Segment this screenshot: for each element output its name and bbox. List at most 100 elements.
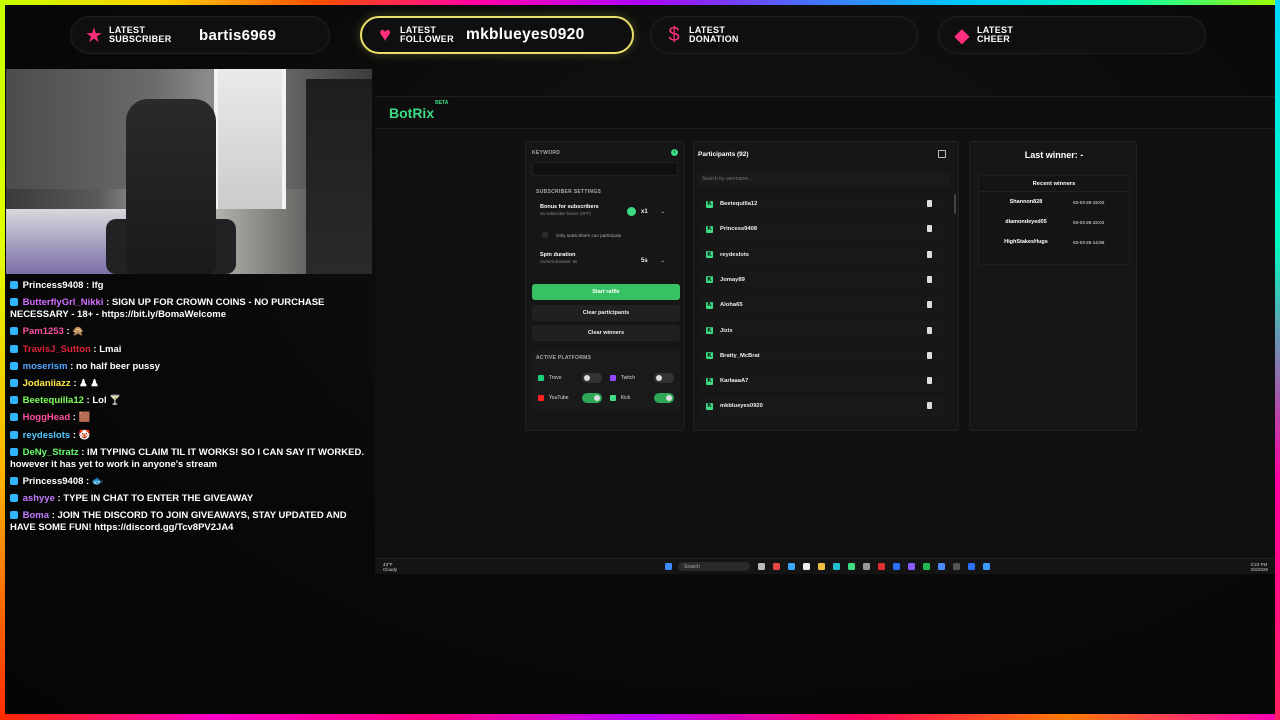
- chat-username[interactable]: ButterflyGrl_Nikki: [23, 297, 104, 308]
- clear-participants-button[interactable]: Clear participants: [532, 305, 680, 321]
- taskview-icon[interactable]: [758, 563, 765, 570]
- participant-item: Kreydeslots: [700, 244, 944, 265]
- chat-username[interactable]: Princess9408: [23, 476, 84, 487]
- youtube-icon: [538, 395, 544, 401]
- scrollbar[interactable]: [954, 194, 956, 214]
- trash-icon[interactable]: [927, 200, 932, 207]
- app-icon[interactable]: [983, 563, 990, 570]
- participant-name: mkblueyes0920: [720, 403, 763, 410]
- chat-badge-icon: [10, 361, 18, 370]
- chat-username[interactable]: Jodaniiazz: [23, 378, 71, 389]
- participant-name: Jizix: [720, 327, 733, 334]
- app-icon[interactable]: [803, 563, 810, 570]
- chat-username[interactable]: Boma: [23, 510, 49, 521]
- chat-username[interactable]: TravisJ_Sutton: [23, 344, 91, 355]
- app-icon[interactable]: [893, 563, 900, 570]
- app-icon[interactable]: [908, 563, 915, 570]
- trash-icon[interactable]: [927, 301, 932, 309]
- bonus-info-icon[interactable]: [627, 207, 636, 216]
- participant-list[interactable]: K Beetequilla12 K Princess9408 Kreydeslots K J…: [694, 190, 960, 430]
- app-icon[interactable]: [968, 563, 975, 570]
- chat-username[interactable]: HoggHead: [23, 412, 71, 423]
- platform-toggle[interactable]: [582, 393, 603, 403]
- platform-toggle[interactable]: [582, 373, 603, 383]
- chat-username[interactable]: ashyye: [23, 493, 55, 504]
- rainbow-border-bottom: [0, 714, 1280, 720]
- app-icon[interactable]: [878, 563, 885, 570]
- trash-icon[interactable]: [927, 402, 932, 410]
- winner-name: diamondeyed05: [1005, 219, 1047, 225]
- app-icon[interactable]: [938, 563, 945, 570]
- taskbar-search[interactable]: Search: [678, 562, 750, 571]
- app-icon[interactable]: [773, 563, 780, 570]
- rainbow-border-right: [1275, 0, 1280, 720]
- botrix-header: BotRixBETA: [375, 97, 1280, 129]
- copy-icon[interactable]: [938, 150, 946, 158]
- edge-icon[interactable]: [833, 563, 840, 570]
- chat-username[interactable]: reydeslots: [23, 430, 71, 441]
- kick-icon: K: [706, 225, 713, 233]
- participant-item: K Jomay89: [700, 269, 944, 290]
- chat-username[interactable]: Pam1253: [23, 326, 64, 337]
- star-icon: ★: [85, 24, 103, 47]
- chat-text: : JOIN THE DISCORD TO JOIN GIVEAWAYS, ST…: [10, 510, 347, 534]
- trash-icon[interactable]: [927, 326, 932, 334]
- alert-latest-donation: $ LATEST DONATION: [650, 16, 918, 54]
- recent-winner-row: HighStakesHugs 03-03-26 14:56: [979, 232, 1129, 252]
- winner-time: 03-03-26 15:01: [1073, 219, 1105, 225]
- kick-icon: K: [706, 301, 713, 309]
- spotify-icon[interactable]: [923, 563, 930, 570]
- app-icon[interactable]: [848, 563, 855, 570]
- chat-text: : ♟ ♟: [73, 377, 99, 389]
- beta-badge: BETA: [435, 100, 449, 107]
- system-tray-clock[interactable]: 3:23 PM 3/3/2026: [1250, 562, 1268, 572]
- weather-widget[interactable]: 43°F Cloudy: [383, 562, 443, 572]
- chat-message: Princess9408 : 🐟: [10, 476, 372, 488]
- chat-username[interactable]: Princess9408: [23, 280, 84, 291]
- chat-username[interactable]: DeNy_Stratz: [23, 447, 79, 458]
- only-subscribers-option[interactable]: Only subscribers can participate: [536, 229, 676, 241]
- trash-icon[interactable]: [927, 377, 932, 385]
- trash-icon[interactable]: [927, 275, 932, 283]
- alert-label: CHEER: [977, 34, 1011, 44]
- app-icon[interactable]: [788, 563, 795, 570]
- chat-text: : TYPE IN CHAT TO ENTER THE GIVEAWAY: [57, 493, 254, 505]
- start-raffle-button[interactable]: Start raffle: [532, 284, 680, 300]
- winners-card: Last winner: - Recent winners Shannon828…: [969, 141, 1137, 431]
- winner-name: HighStakesHugs: [1004, 239, 1048, 245]
- chat-message: reydeslots : 🤡: [10, 430, 372, 442]
- kick-icon: [610, 395, 616, 401]
- participants-card: Participants (92) Search by username... …: [693, 141, 959, 431]
- platform-toggle[interactable]: [654, 393, 675, 403]
- trash-icon[interactable]: [927, 351, 932, 359]
- kick-icon: K: [706, 377, 713, 385]
- info-icon[interactable]: i: [671, 149, 678, 156]
- chat-text: : no half beer pussy: [70, 360, 160, 372]
- alert-value: mkblueyes0920: [466, 26, 585, 43]
- participant-name: Bratty_McBrat: [720, 352, 760, 359]
- start-icon[interactable]: [665, 563, 672, 570]
- participant-item: K Princess9408: [700, 219, 944, 240]
- spin-duration-select[interactable]: 5s ⌄: [639, 255, 667, 266]
- platform-toggle[interactable]: [654, 373, 675, 383]
- alert-label: FOLLOWER: [400, 34, 454, 44]
- keyword-input[interactable]: [532, 162, 678, 176]
- platform-label: Trovo: [548, 375, 562, 381]
- chat-badge-icon: [10, 344, 18, 353]
- trash-icon[interactable]: [927, 225, 932, 233]
- app-icon[interactable]: [953, 563, 960, 570]
- recent-winners-title: Recent winners: [979, 176, 1129, 192]
- app-icon[interactable]: [863, 563, 870, 570]
- folder-icon[interactable]: [818, 563, 825, 570]
- dollar-icon: $: [668, 23, 680, 46]
- only-subscribers-checkbox[interactable]: [542, 232, 548, 238]
- gem-icon: ◆: [954, 24, 970, 47]
- clear-winners-button[interactable]: Clear winners: [532, 325, 680, 341]
- chat-username[interactable]: moserism: [23, 361, 68, 372]
- bonus-multiplier-select[interactable]: x1 ⌄: [639, 206, 667, 217]
- chat-username[interactable]: Beetequilla12: [23, 395, 84, 406]
- botrix-logo[interactable]: BotRixBETA: [389, 100, 448, 121]
- participant-item: K Aloha65: [700, 295, 944, 316]
- trash-icon[interactable]: [927, 250, 932, 258]
- participant-search-input[interactable]: Search by username...: [698, 172, 950, 186]
